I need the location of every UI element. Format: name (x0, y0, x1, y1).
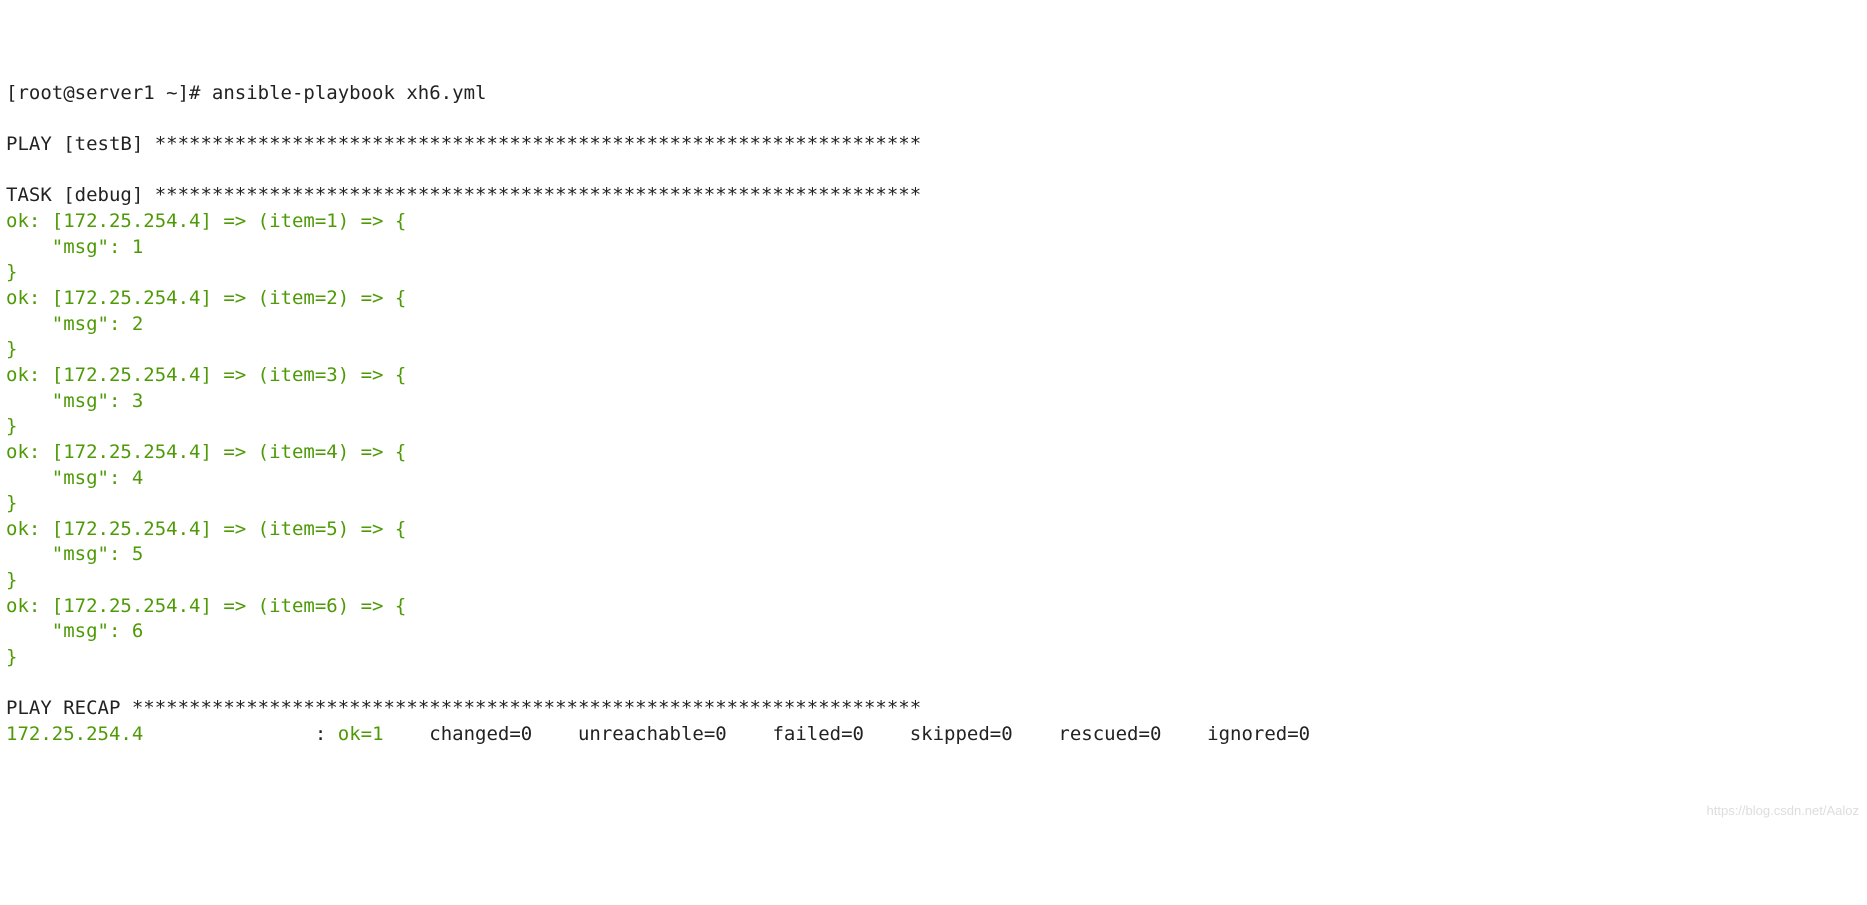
task-item-open: ok: [172.25.254.4] => (item=1) => { (6, 210, 406, 232)
task-item-open: ok: [172.25.254.4] => (item=2) => { (6, 287, 406, 309)
task-item-close: } (6, 415, 17, 437)
task-item-msg: "msg": 5 (6, 543, 143, 565)
recap-host: 172.25.254.4 (6, 723, 315, 745)
terminal-output: [root@server1 ~]# ansible-playbook xh6.y… (6, 81, 1861, 748)
recap-divider: ****************************************… (132, 697, 921, 719)
recap-ok: ok=1 (338, 723, 384, 745)
task-item-close: } (6, 338, 17, 360)
watermark-text: https://blog.csdn.net/Aaloz (1707, 802, 1859, 820)
recap-counts: changed=0 unreachable=0 failed=0 skipped… (418, 723, 1310, 745)
recap-sep: : (315, 723, 338, 745)
task-item-open: ok: [172.25.254.4] => (item=4) => { (6, 441, 406, 463)
task-header: TASK [debug] (6, 184, 155, 206)
shell-prompt: [root@server1 ~]# (6, 82, 212, 104)
task-item-open: ok: [172.25.254.4] => (item=6) => { (6, 595, 406, 617)
play-header: PLAY [testB] (6, 133, 155, 155)
task-divider: ****************************************… (155, 184, 921, 206)
recap-pad (384, 723, 418, 745)
task-item-msg: "msg": 3 (6, 390, 143, 412)
task-item-close: } (6, 261, 17, 283)
task-item-open: ok: [172.25.254.4] => (item=3) => { (6, 364, 406, 386)
recap-header: PLAY RECAP (6, 697, 132, 719)
task-item-msg: "msg": 1 (6, 236, 143, 258)
task-item-close: } (6, 646, 17, 668)
play-divider: ****************************************… (155, 133, 921, 155)
task-item-msg: "msg": 2 (6, 313, 143, 335)
task-item-open: ok: [172.25.254.4] => (item=5) => { (6, 518, 406, 540)
command-text: ansible-playbook xh6.yml (212, 82, 487, 104)
task-item-msg: "msg": 4 (6, 467, 143, 489)
task-item-close: } (6, 492, 17, 514)
task-item-msg: "msg": 6 (6, 620, 143, 642)
task-item-close: } (6, 569, 17, 591)
